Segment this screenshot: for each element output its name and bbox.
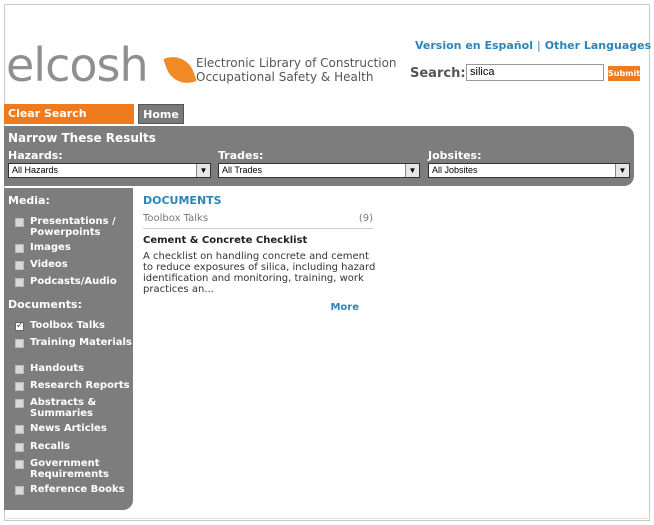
logo-text: elcosh <box>6 38 149 92</box>
checkbox[interactable] <box>15 365 24 374</box>
sidebar-item-label: Research Reports <box>30 380 130 391</box>
sidebar-item-label: Podcasts/Audio <box>30 276 117 287</box>
category-row: Toolbox Talks (9) <box>143 211 373 229</box>
category-label: Toolbox Talks <box>143 213 209 224</box>
tagline-line-2: Occupational Safety & Health <box>196 70 374 84</box>
sidebar-item-recalls[interactable]: Recalls <box>15 441 133 452</box>
hazards-filter: Hazards: All Hazards ▼ <box>8 150 211 178</box>
result-description: A checklist on handling concrete and cem… <box>143 251 376 295</box>
sidebar-item-label: Recalls <box>30 441 70 452</box>
link-separator: | <box>536 39 541 52</box>
sidebar-item-label: Presentations / Powerpoints <box>30 216 116 238</box>
sidebar-item-images[interactable]: Images <box>15 242 133 253</box>
sidebar-item-news-articles[interactable]: News Articles <box>15 423 133 434</box>
site-tagline: Electronic Library of Construction Occup… <box>196 56 397 84</box>
trades-select[interactable]: All Trades ▼ <box>218 163 420 178</box>
more-link[interactable]: More <box>143 302 359 313</box>
checkbox[interactable] <box>15 278 24 287</box>
sidebar-item-label: Videos <box>30 259 68 270</box>
sidebar-item-label: Handouts <box>30 363 85 374</box>
narrow-results-panel: Narrow These Results Hazards: All Hazard… <box>4 126 634 186</box>
checkbox[interactable] <box>15 460 24 469</box>
search-label: Search: <box>410 66 466 81</box>
sidebar-item-handouts[interactable]: Handouts <box>15 363 133 374</box>
results-main: DOCUMENTS Toolbox Talks (9) Cement & Con… <box>143 194 375 313</box>
documents-section-title: DOCUMENTS <box>143 194 222 207</box>
divider <box>4 518 650 519</box>
sidebar-item-presentations[interactable]: Presentations / Powerpoints <box>15 216 133 238</box>
sidebar-item-label: News Articles <box>30 423 107 434</box>
trades-filter: Trades: All Trades ▼ <box>218 150 420 178</box>
chevron-down-icon[interactable]: ▼ <box>196 164 210 177</box>
sidebar-item-podcasts[interactable]: Podcasts/Audio <box>15 276 133 287</box>
sidebar-item-videos[interactable]: Videos <box>15 259 133 270</box>
tagline-line-1: Electronic Library of Construction <box>196 56 397 70</box>
sidebar-item-government-requirements[interactable]: Government Requirements <box>15 458 133 480</box>
jobsites-select[interactable]: All Jobsites ▼ <box>428 163 630 178</box>
sidebar-item-label: Toolbox Talks <box>30 320 105 331</box>
language-links: Version en Español | Other Languages <box>415 39 651 52</box>
checkbox[interactable] <box>15 425 24 434</box>
checkbox[interactable] <box>15 244 24 253</box>
sidebar-item-research-reports[interactable]: Research Reports <box>15 380 133 391</box>
clear-search-results-button[interactable]: Clear Search Results <box>4 104 134 140</box>
category-count: (9) <box>358 213 373 224</box>
checkbox[interactable] <box>15 443 24 452</box>
sidebar-item-label: Training Materials <box>30 337 132 348</box>
trades-select-value: All Trades <box>222 165 263 175</box>
sidebar-item-training-materials[interactable]: Training Materials <box>15 337 133 348</box>
filter-sidebar: Media: Presentations / Powerpoints Image… <box>4 188 133 510</box>
checkbox[interactable] <box>15 382 24 391</box>
trades-label: Trades: <box>218 149 264 162</box>
documents-heading: Documents: <box>8 298 82 311</box>
chevron-down-icon[interactable]: ▼ <box>615 164 629 177</box>
result-title-link[interactable]: Cement & Concrete Checklist <box>143 235 373 246</box>
checkbox[interactable] <box>15 339 24 348</box>
sidebar-item-label: Reference Books <box>30 484 125 495</box>
sidebar-item-label: Images <box>30 242 71 253</box>
narrow-results-title: Narrow These Results <box>8 131 156 145</box>
hazards-select[interactable]: All Hazards ▼ <box>8 163 211 178</box>
sidebar-item-toolbox-talks[interactable]: Toolbox Talks <box>15 320 133 332</box>
home-button[interactable]: Home <box>138 104 184 124</box>
sidebar-item-label: Government Requirements <box>30 458 109 480</box>
media-heading: Media: <box>8 194 50 207</box>
jobsites-filter: Jobsites: All Jobsites ▼ <box>428 150 630 178</box>
search-submit-button[interactable]: Submit <box>608 66 640 81</box>
checkbox[interactable] <box>15 399 24 408</box>
checkbox-checked[interactable] <box>15 321 24 332</box>
chevron-down-icon[interactable]: ▼ <box>405 164 419 177</box>
hazards-select-value: All Hazards <box>12 165 59 175</box>
other-languages-link[interactable]: Other Languages <box>545 39 651 52</box>
hazards-label: Hazards: <box>8 149 63 162</box>
sidebar-item-abstracts[interactable]: Abstracts & Summaries <box>15 397 133 419</box>
checkbox[interactable] <box>15 486 24 495</box>
jobsites-label: Jobsites: <box>428 149 482 162</box>
sidebar-item-reference-books[interactable]: Reference Books <box>15 484 133 495</box>
search-input[interactable]: silica <box>466 64 604 81</box>
checkbox[interactable] <box>15 218 24 227</box>
jobsites-select-value: All Jobsites <box>432 165 478 175</box>
checkbox[interactable] <box>15 261 24 270</box>
spanish-version-link[interactable]: Version en Español <box>415 39 533 52</box>
sidebar-item-label: Abstracts & Summaries <box>30 397 97 419</box>
